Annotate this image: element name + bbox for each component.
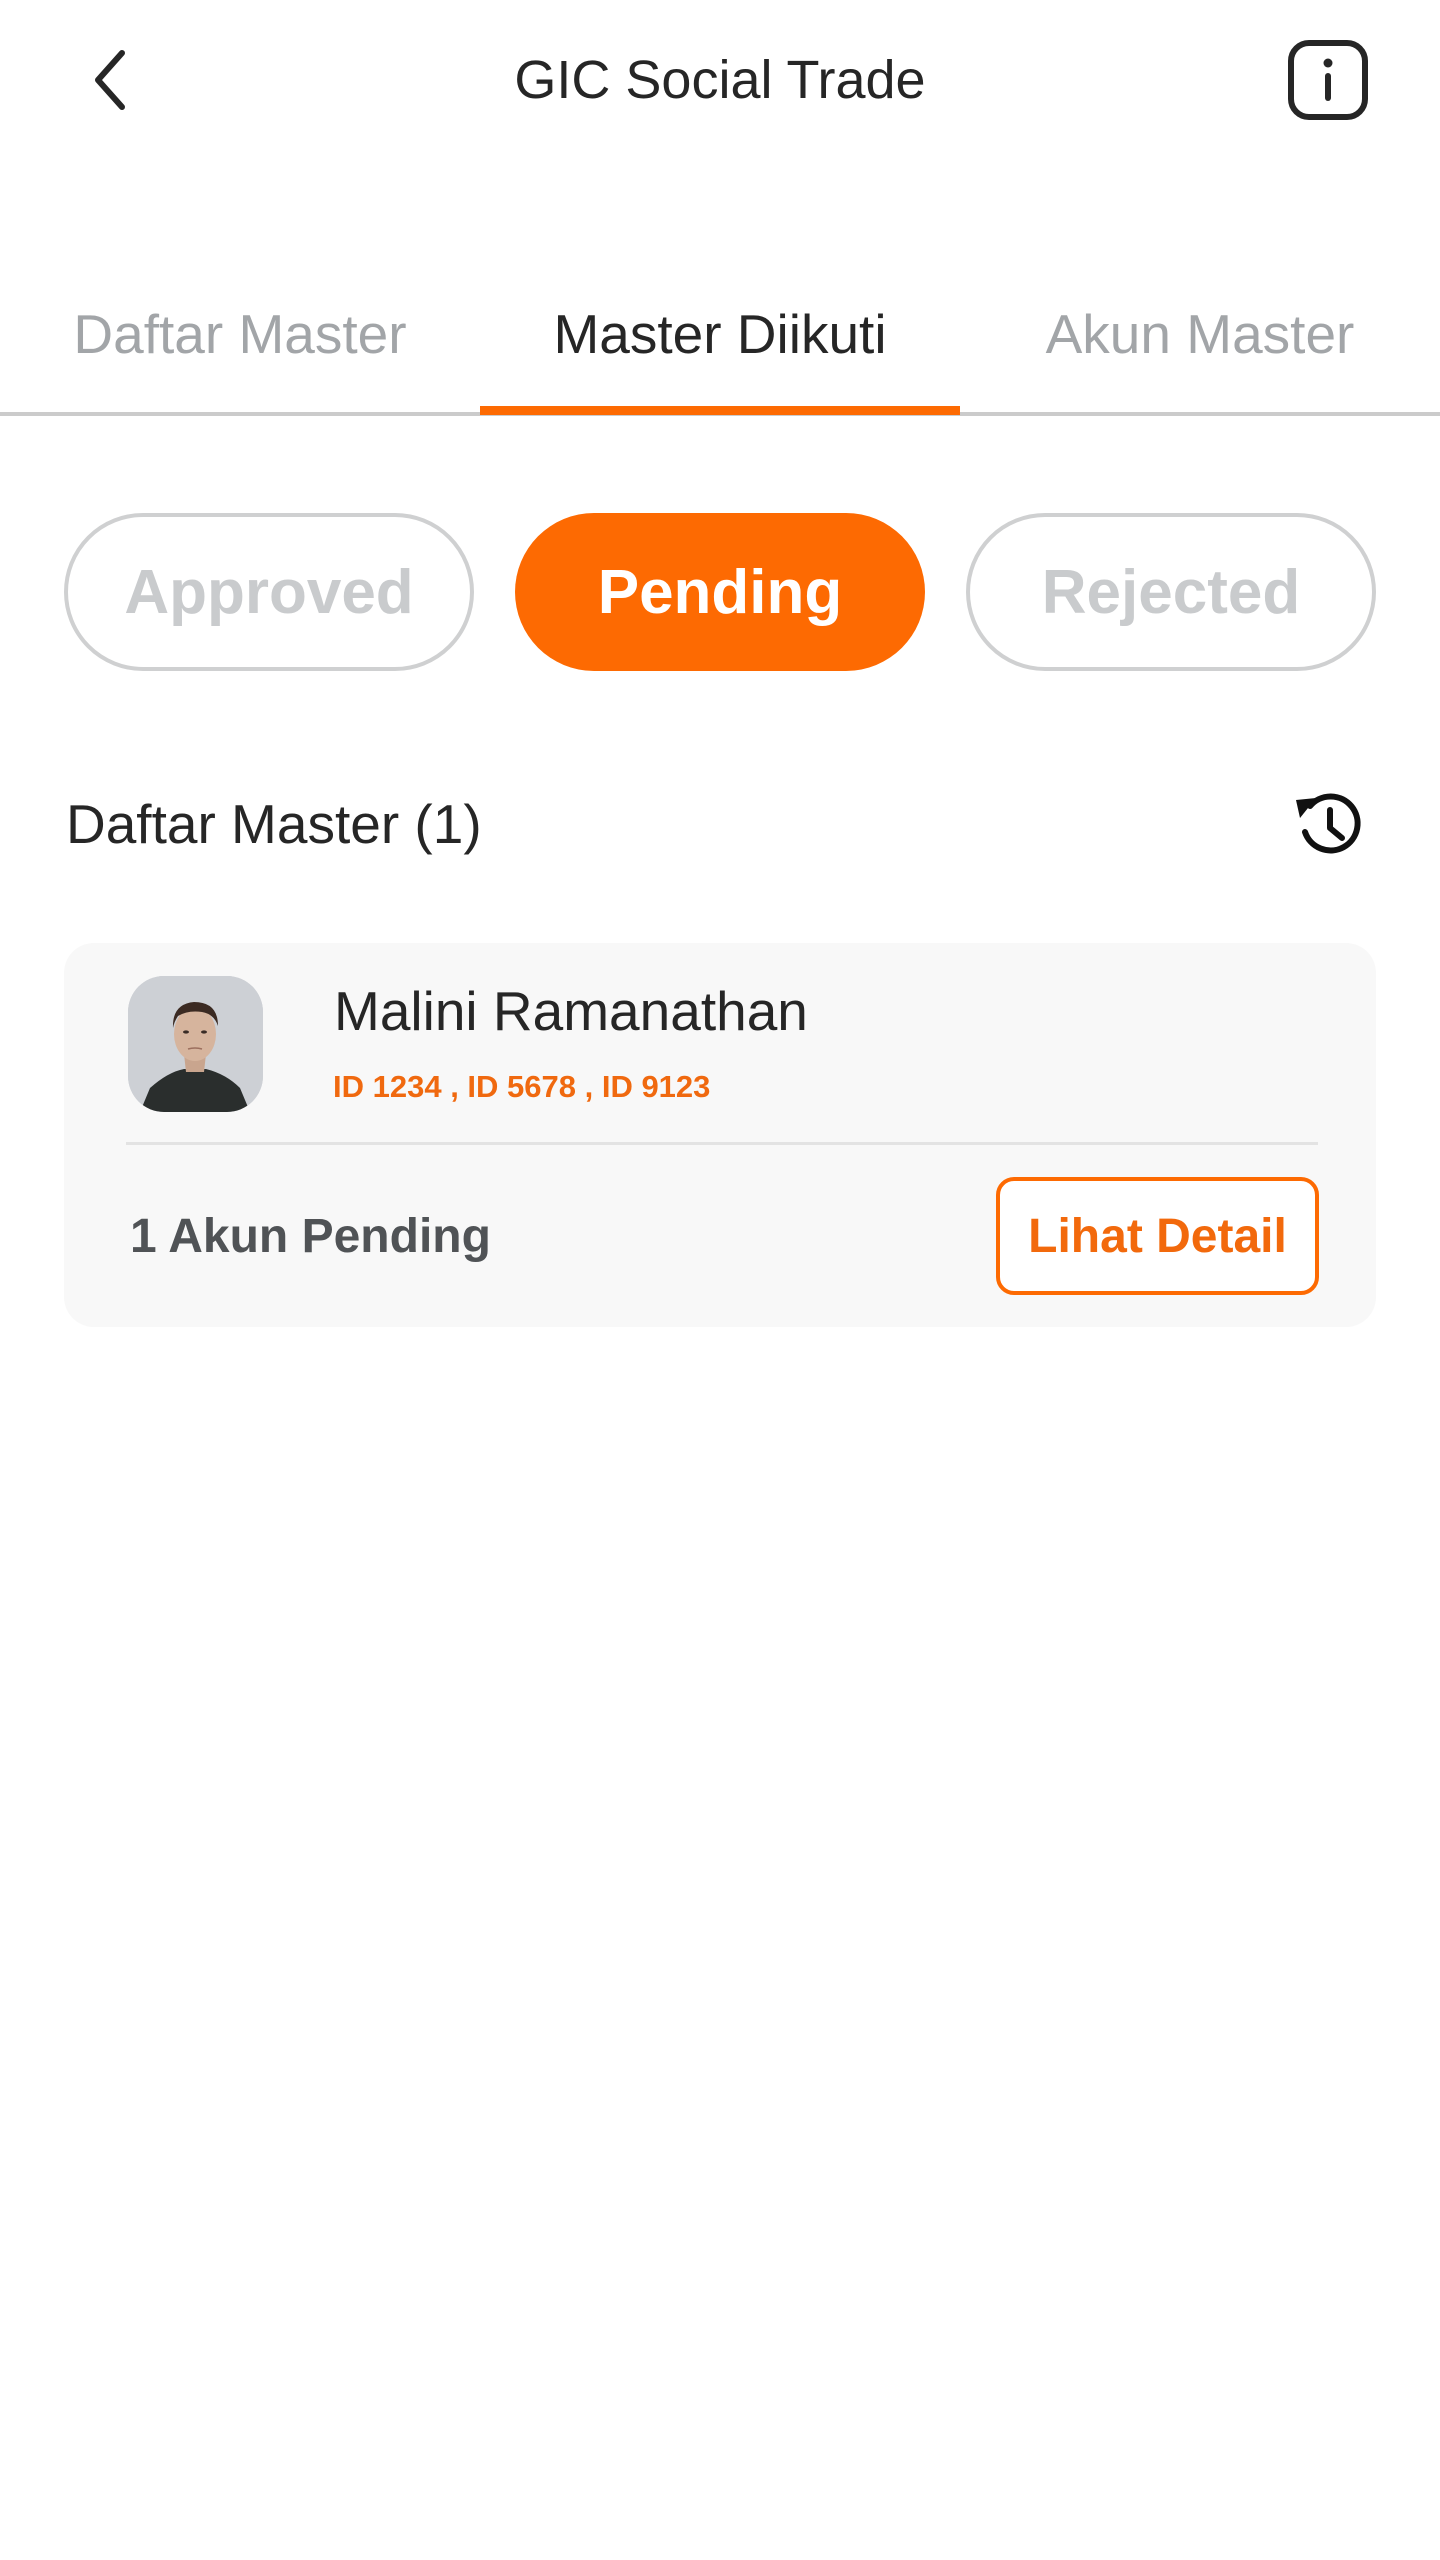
master-name: Malini Ramanathan: [334, 980, 808, 1042]
avatar-photo-icon: [128, 976, 263, 1112]
filter-pending-button[interactable]: Pending: [515, 513, 925, 671]
back-button[interactable]: [72, 40, 152, 120]
filter-approved-button[interactable]: Approved: [64, 513, 474, 671]
master-account-ids: ID 1234 , ID 5678 , ID 9123: [333, 1069, 711, 1104]
tab-akun-master[interactable]: Akun Master: [960, 260, 1440, 408]
info-icon: [1288, 40, 1368, 120]
app-header: GIC Social Trade: [0, 0, 1440, 160]
master-list-title: Daftar Master (1): [66, 793, 482, 855]
filter-rejected-button[interactable]: Rejected: [966, 513, 1376, 671]
tab-master-diikuti[interactable]: Master Diikuti: [480, 260, 960, 408]
page-title: GIC Social Trade: [514, 50, 926, 110]
tab-daftar-master[interactable]: Daftar Master: [0, 260, 480, 408]
card-divider: [126, 1142, 1318, 1145]
active-tab-indicator: [480, 406, 960, 415]
tab-bar: Daftar Master Master Diikuti Akun Master: [0, 260, 1440, 416]
view-detail-button[interactable]: Lihat Detail: [996, 1177, 1319, 1295]
info-button[interactable]: [1286, 38, 1370, 122]
chevron-left-icon: [95, 50, 125, 110]
history-button[interactable]: [1286, 782, 1370, 866]
avatar: [128, 976, 263, 1112]
history-icon: [1296, 793, 1361, 854]
pending-account-count: 1 Akun Pending: [130, 1209, 491, 1263]
